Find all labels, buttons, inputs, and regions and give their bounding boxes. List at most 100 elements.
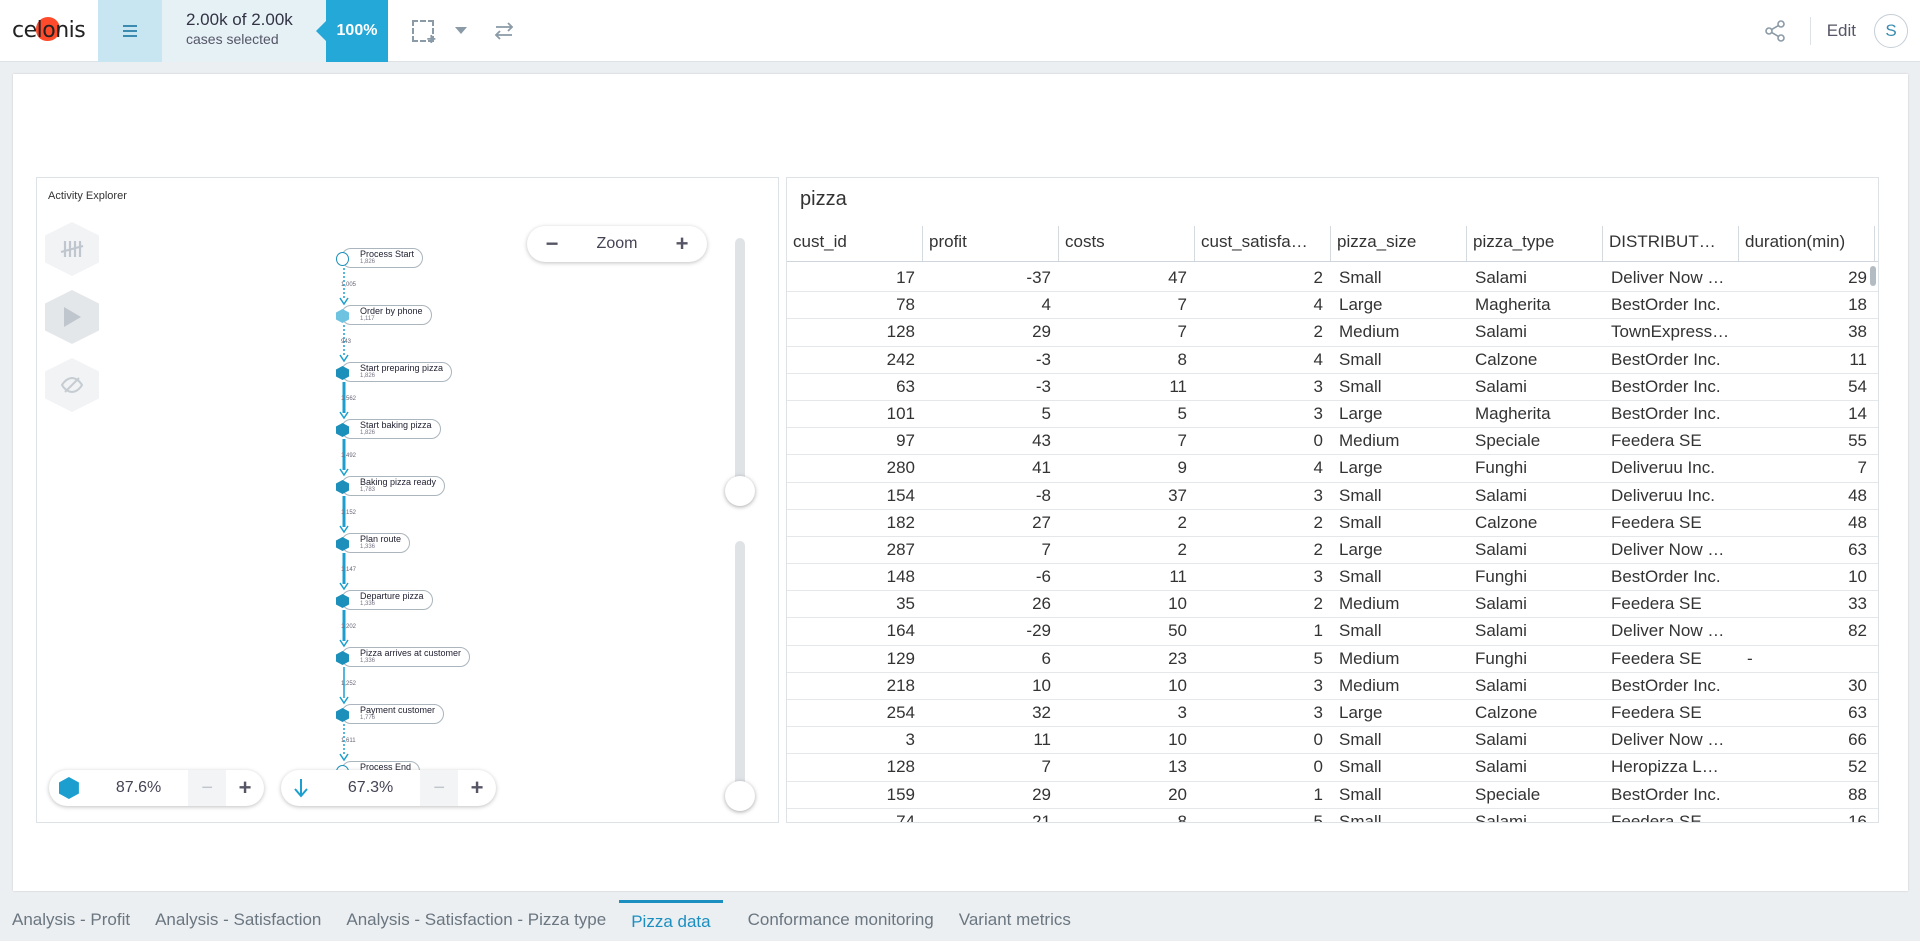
- process-node[interactable]: Departure pizza 1,336: [336, 590, 433, 610]
- sheet-tab[interactable]: Analysis - Profit: [12, 900, 130, 941]
- table-row[interactable]: 128 29 7 2 Medium Salami TownExpress… 38: [787, 319, 1878, 347]
- table-row[interactable]: 128 7 13 0 Small Salami Heropizza L… 52: [787, 754, 1878, 782]
- table-row[interactable]: 218 10 10 3 Medium Salami BestOrder Inc. 30: [787, 673, 1878, 700]
- zoom-in-button[interactable]: +: [671, 231, 693, 257]
- table-cell: 29: [1032, 322, 1051, 342]
- table-cell: Salami: [1475, 621, 1527, 641]
- process-node[interactable]: Payment customer 1,776: [336, 704, 445, 724]
- connection-decrease-button[interactable]: −: [420, 770, 459, 806]
- node-count: 1,783: [360, 487, 376, 493]
- table-row[interactable]: 78 4 7 4 Large Magherita BestOrder Inc. 18: [787, 292, 1878, 320]
- user-avatar[interactable]: S: [1874, 13, 1908, 48]
- table-cell: Calzone: [1475, 349, 1538, 369]
- column-header[interactable]: costs: [1059, 226, 1195, 261]
- table-row[interactable]: 164 -29 50 1 Small Salami Deliver Now … 82: [787, 618, 1878, 646]
- table-cell: 63: [896, 376, 915, 396]
- table-row[interactable]: 254 32 3 3 Large Calzone Feedera SE 63: [787, 700, 1878, 728]
- process-node[interactable]: Plan route 1,336: [336, 533, 411, 553]
- case-selection-summary[interactable]: 2.00k of 2.00k cases selected: [162, 0, 326, 62]
- connection-increase-button[interactable]: +: [458, 775, 496, 801]
- tally-button[interactable]: [45, 222, 99, 276]
- table-row[interactable]: 154 -8 37 3 Small Salami Deliveruu Inc. 48: [787, 483, 1878, 510]
- process-node[interactable]: Order by phone 1,117: [336, 305, 432, 325]
- table-row[interactable]: 17 -37 47 2 Small Salami Deliver Now … 29: [787, 265, 1878, 293]
- selection-tool-button[interactable]: [388, 0, 448, 62]
- table-cell: -3: [1035, 376, 1051, 396]
- share-button[interactable]: [1750, 19, 1800, 43]
- table-cell: 8: [1177, 349, 1187, 369]
- table-row[interactable]: 63 -3 11 3 Small Salami BestOrder Inc. 54: [787, 374, 1878, 401]
- activity-increase-button[interactable]: +: [226, 775, 264, 801]
- column-header[interactable]: pizza_size: [1331, 226, 1467, 261]
- table-cell: 14: [1848, 403, 1867, 423]
- table-row[interactable]: 3 11 10 0 Small Salami Deliver Now … 66: [787, 727, 1878, 755]
- table-cell: 21: [1032, 811, 1051, 823]
- table-row[interactable]: 287 7 2 2 Large Salami Deliver Now … 63: [787, 537, 1878, 565]
- table-cell: 8: [1177, 811, 1187, 823]
- sheet-tab[interactable]: Pizza data: [619, 900, 723, 941]
- table-cell: 66: [1848, 730, 1867, 750]
- column-header[interactable]: profit: [923, 226, 1059, 261]
- process-node[interactable]: Process Start 1,826: [336, 248, 424, 268]
- node-count: 1,826: [360, 430, 376, 436]
- sheet-tab[interactable]: Conformance monitoring: [748, 900, 934, 941]
- table-cell: 2: [1313, 512, 1323, 532]
- process-graph[interactable]: Process Start 1,826 Order by phone 1,117 Sta…: [327, 248, 527, 781]
- table-row[interactable]: 159 29 20 1 Small Speciale BestOrder Inc. 88: [787, 782, 1878, 809]
- table-cell: Small: [1339, 376, 1382, 396]
- table-cell: Medium: [1339, 322, 1400, 342]
- selection-dropdown-button[interactable]: [448, 0, 474, 62]
- process-node[interactable]: Baking pizza ready 1,783: [336, 476, 446, 496]
- table-cell: Small: [1339, 512, 1382, 532]
- table-row[interactable]: 242 -3 8 4 Small Calzone BestOrder Inc. 11: [787, 347, 1878, 374]
- column-header[interactable]: pizza_type: [1467, 226, 1603, 261]
- table-cell: 10: [1168, 594, 1187, 614]
- table-scrollbar[interactable]: [1870, 266, 1876, 286]
- table-row[interactable]: 148 -6 11 3 Small Funghi BestOrder Inc. 10: [787, 564, 1878, 592]
- swap-button[interactable]: [474, 0, 534, 62]
- sheet-tab[interactable]: Variant metrics: [959, 900, 1071, 941]
- table-row[interactable]: 74 21 8 5 Small Salami Feedera SE 16: [787, 809, 1878, 823]
- table-row[interactable]: 101 5 5 3 Large Magherita BestOrder Inc. 14: [787, 401, 1878, 429]
- table-cell: Small: [1339, 730, 1382, 750]
- process-node[interactable]: Pizza arrives at customer 1,336: [336, 647, 471, 667]
- play-animation-button[interactable]: [45, 290, 99, 344]
- node-count: 1,336: [360, 601, 376, 607]
- menu-button[interactable]: [98, 0, 162, 62]
- column-header[interactable]: DISTRIBUT…: [1603, 226, 1739, 261]
- zoom-out-button[interactable]: −: [541, 231, 563, 257]
- activity-decrease-button[interactable]: −: [188, 770, 227, 806]
- table-row[interactable]: 280 41 9 4 Large Funghi Deliveruu Inc. 7: [787, 455, 1878, 483]
- edit-button[interactable]: Edit: [1821, 21, 1874, 41]
- table-cell: 74: [896, 811, 915, 823]
- table-row[interactable]: 129 6 23 5 Medium Funghi Feedera SE -: [787, 646, 1878, 673]
- activity-slider-knob[interactable]: [725, 476, 755, 506]
- table-cell: Speciale: [1475, 431, 1541, 451]
- process-node[interactable]: Start preparing pizza 1,826: [336, 362, 453, 382]
- table-row[interactable]: 35 26 10 2 Medium Salami Feedera SE 33: [787, 591, 1878, 619]
- cases-label: cases selected: [186, 30, 279, 47]
- table-cell: 43: [1032, 431, 1051, 451]
- table-cell: 55: [1848, 431, 1867, 451]
- connection-slider-knob[interactable]: [725, 781, 755, 811]
- visibility-toggle-button[interactable]: [45, 358, 99, 412]
- table-cell: 182: [886, 512, 915, 532]
- selection-percent-badge: 100%: [316, 0, 388, 62]
- column-header[interactable]: duration(min): [1739, 226, 1875, 261]
- connection-slider-track[interactable]: [735, 541, 745, 791]
- table-row[interactable]: 182 27 2 2 Small Calzone Feedera SE 48: [787, 510, 1878, 537]
- celonis-logo[interactable]: celonis: [0, 0, 98, 62]
- activity-slider-track[interactable]: [735, 238, 745, 498]
- sheet-tab[interactable]: Analysis - Satisfaction: [155, 900, 321, 941]
- table-cell: 63: [1848, 539, 1867, 559]
- table-cell: Funghi: [1475, 458, 1527, 478]
- sheet-tab[interactable]: Analysis - Satisfaction - Pizza type: [346, 900, 606, 941]
- node-count: 1,826: [360, 373, 376, 379]
- table-cell: Large: [1339, 458, 1383, 478]
- column-header[interactable]: cust_id: [787, 226, 923, 261]
- column-header[interactable]: cust_satisfa…: [1195, 226, 1331, 261]
- table-body[interactable]: 17 -37 47 2 Small Salami Deliver Now … 29 78 4 7 4 L…: [787, 265, 1878, 823]
- table-row[interactable]: 97 43 7 0 Medium Speciale Feedera SE 55: [787, 428, 1878, 456]
- table-cell: 287: [886, 539, 915, 559]
- process-node[interactable]: Start baking pizza 1,826: [336, 419, 441, 439]
